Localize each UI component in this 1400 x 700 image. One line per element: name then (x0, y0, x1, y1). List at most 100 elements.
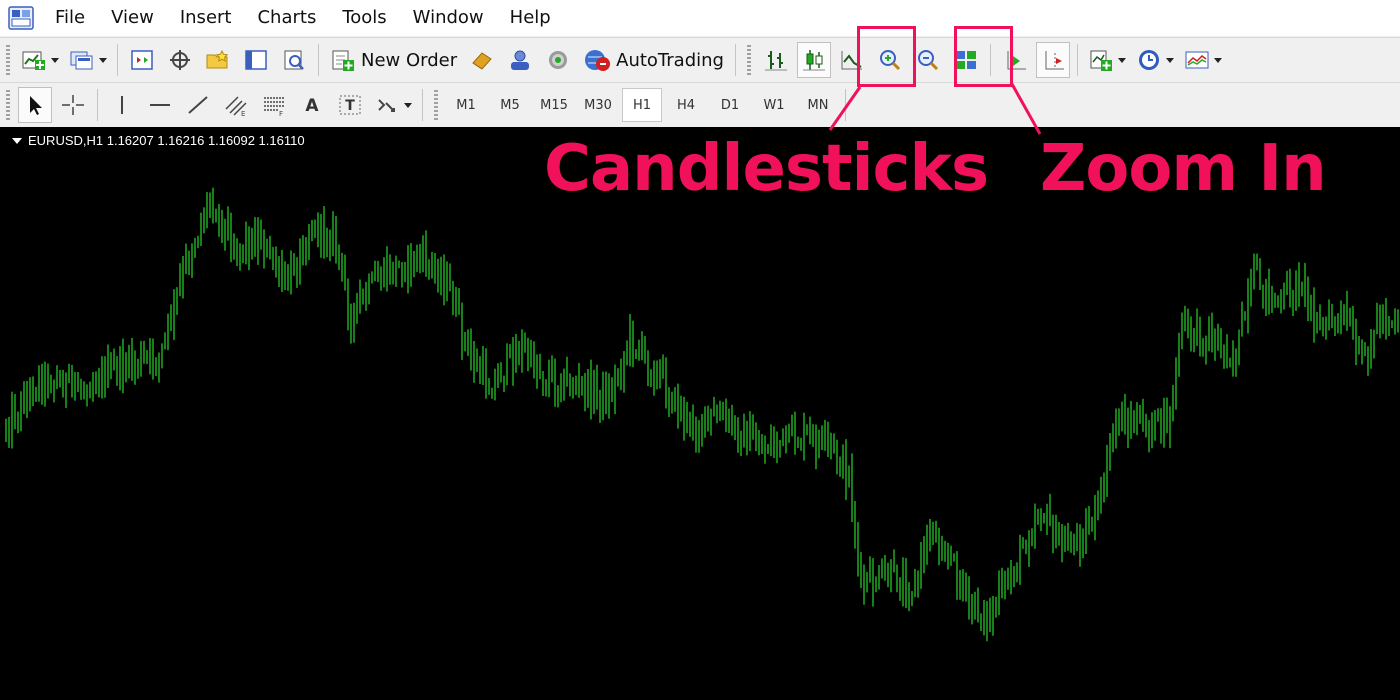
price-chart-canvas[interactable] (0, 127, 1400, 700)
new-order-label: New Order (361, 49, 458, 71)
candlesticks-button[interactable] (796, 42, 831, 78)
strategy-tester-button[interactable] (277, 42, 311, 78)
profiles-icon (70, 51, 93, 70)
chevron-down-icon (404, 102, 412, 108)
new-chart-icon (22, 51, 45, 70)
timeframe-m15[interactable]: M15 (534, 88, 574, 122)
chevron-down-icon (1213, 57, 1222, 63)
timeframe-m1[interactable]: M1 (446, 88, 486, 122)
crosshair-icon (170, 50, 190, 70)
menu-help[interactable]: Help (497, 0, 564, 36)
user-signals-icon (511, 50, 530, 70)
fibonacci-tool-button[interactable]: F (257, 87, 291, 123)
text-tool-icon: A (305, 96, 319, 116)
terminal-button[interactable] (239, 42, 273, 78)
new-order-button[interactable]: New Order (326, 42, 461, 78)
toolbar-separator (117, 44, 118, 76)
navigator-folder-star-icon (206, 49, 229, 69)
templates-icon (1185, 51, 1209, 69)
market-watch-button[interactable] (125, 42, 159, 78)
data-window-button[interactable] (163, 42, 197, 78)
timeframe-h1[interactable]: H1 (622, 88, 662, 122)
new-chart-button[interactable] (18, 42, 62, 78)
text-tool-button[interactable]: A (295, 87, 329, 123)
chevron-down-icon (1117, 57, 1126, 63)
svg-text:E: E (241, 110, 245, 117)
periods-button[interactable] (1133, 42, 1177, 78)
triangle-down-icon[interactable] (12, 137, 22, 144)
drawing-toolbar: E F A T M1 M5 M15 M30 H1 H4 D1 W1 MN (0, 82, 1400, 128)
menu-insert[interactable]: Insert (167, 0, 245, 36)
metaeditor-icon (472, 52, 492, 70)
fibonacci-retracement-icon: F (264, 97, 284, 117)
timeframe-mn[interactable]: MN (798, 88, 838, 122)
chart-shift-button[interactable] (1035, 42, 1070, 78)
toolbar-separator (1076, 44, 1078, 76)
zoom-out-button[interactable] (911, 42, 945, 78)
autotrading-button[interactable]: AutoTrading (579, 42, 728, 78)
navigator-button[interactable] (201, 42, 235, 78)
signals-button[interactable] (503, 42, 537, 78)
crosshair-tool-button[interactable] (56, 87, 90, 123)
indicators-icon (1090, 50, 1112, 71)
menu-window[interactable]: Window (400, 0, 497, 36)
cursor-arrow-icon (30, 96, 42, 115)
candlesticks-icon (802, 50, 825, 71)
horizontal-line-icon (150, 104, 170, 106)
toolbar-grip[interactable] (6, 45, 10, 75)
metatrader-app-icon (8, 6, 34, 30)
equidistant-channel-tool-button[interactable]: E (219, 87, 253, 123)
crosshair-icon (62, 95, 84, 115)
toolbar-grip[interactable] (6, 90, 10, 120)
broadcast-icon (549, 51, 568, 69)
indicators-button[interactable] (1085, 42, 1129, 78)
vertical-line-tool-button[interactable] (105, 87, 139, 123)
bar-chart-button[interactable] (759, 42, 793, 78)
menu-charts[interactable]: Charts (244, 0, 329, 36)
svg-text:T: T (345, 98, 355, 114)
candlesticks-annotation-label: Candlesticks (544, 132, 989, 206)
menu-tools[interactable]: Tools (329, 0, 399, 36)
toolbar-grip[interactable] (434, 90, 438, 120)
price-chart[interactable]: EURUSD,H1 1.16207 1.16216 1.16092 1.1611… (0, 127, 1400, 700)
equidistant-channel-icon: E (225, 96, 247, 117)
svg-text:F: F (279, 110, 283, 117)
cursor-tool-button[interactable] (18, 87, 52, 123)
zoom-in-highlight-box (954, 26, 1013, 87)
zoom-in-annotation-label: Zoom In (1040, 132, 1327, 206)
menu-view[interactable]: View (98, 0, 167, 36)
candlesticks-highlight-box (857, 26, 916, 87)
arrows-tool-button[interactable] (371, 87, 415, 123)
timeframe-m30[interactable]: M30 (578, 88, 618, 122)
text-label-tool-button[interactable]: T (333, 87, 367, 123)
clock-icon (1138, 50, 1159, 70)
menu-bar: File View Insert Charts Tools Window Hel… (0, 0, 1400, 36)
chevron-down-icon (99, 57, 107, 63)
timeframe-h4[interactable]: H4 (666, 88, 706, 122)
trendline-tool-button[interactable] (181, 87, 215, 123)
profiles-button[interactable] (66, 42, 110, 78)
toolbar-separator (422, 89, 423, 121)
chart-shift-icon (1045, 51, 1064, 70)
timeframe-m5[interactable]: M5 (490, 88, 530, 122)
menu-file[interactable]: File (42, 0, 98, 36)
new-order-icon (332, 50, 354, 71)
market-watch-icon (131, 50, 153, 70)
chevron-down-icon (1165, 57, 1174, 63)
standard-toolbar: New Order AutoTrading (0, 37, 1400, 82)
bar-chart-icon (764, 51, 787, 71)
autotrading-icon (585, 50, 611, 71)
metaeditor-button[interactable] (465, 42, 499, 78)
terminal-window-icon (245, 50, 267, 70)
community-button[interactable] (541, 42, 575, 78)
toolbar-grip[interactable] (746, 45, 751, 75)
timeframe-w1[interactable]: W1 (754, 88, 794, 122)
chart-symbol-quote: EURUSD,H1 1.16207 1.16216 1.16092 1.1611… (28, 133, 305, 148)
horizontal-line-tool-button[interactable] (143, 87, 177, 123)
toolbar-separator (734, 44, 736, 76)
text-label-icon: T (339, 95, 361, 115)
templates-button[interactable] (1181, 42, 1225, 78)
trendline-icon (188, 96, 208, 114)
timeframe-d1[interactable]: D1 (710, 88, 750, 122)
strategy-tester-icon (284, 50, 304, 70)
